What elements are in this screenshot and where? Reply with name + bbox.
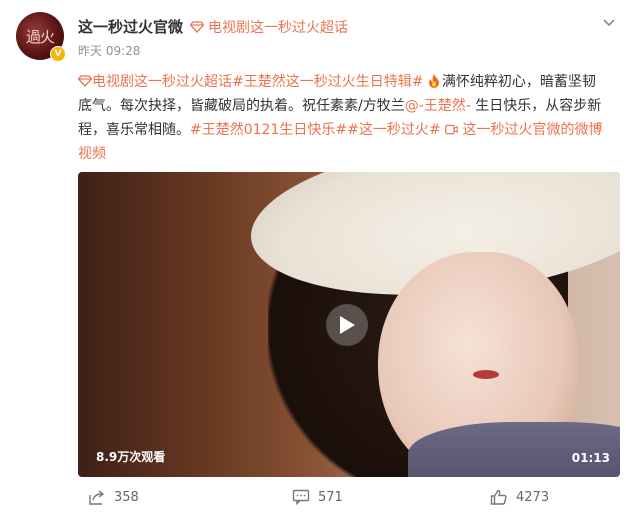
comment-button[interactable]: 571 (292, 488, 343, 506)
supertopic-tag[interactable]: 电视剧这一秒过火超话 (78, 74, 232, 90)
video-frame-collar (408, 422, 620, 477)
like-count: 4273 (516, 489, 550, 505)
share-count: 358 (114, 489, 139, 505)
supertopic-link[interactable]: 电视剧这一秒过火超话 (190, 17, 348, 37)
supertopic-label: 电视剧这一秒过火超话 (208, 20, 348, 36)
video-frame-lips (473, 370, 499, 379)
video-link-icon (445, 124, 458, 135)
post-text: 电视剧这一秒过火超话#王楚然这一秒过火生日特辑# 满怀纯粹初心，暗蓄坚韧底气。每… (78, 70, 608, 166)
thumbs-up-icon (490, 489, 507, 505)
video-duration: 01:13 (571, 451, 610, 465)
mention-link[interactable]: @-王楚然- (405, 98, 471, 114)
hashtag-show[interactable]: #这一秒过火# (347, 122, 440, 138)
share-icon (89, 490, 105, 505)
video-player[interactable]: 8.9万次观看 01:13 (78, 172, 620, 477)
verified-badge-icon: V (50, 46, 66, 62)
like-button[interactable]: 4273 (490, 488, 549, 506)
share-button[interactable]: 358 (88, 488, 139, 506)
hashtag-birthday-special[interactable]: #王楚然这一秒过火生日特辑# (232, 74, 423, 90)
action-bar: 358 571 4273 (0, 484, 626, 510)
diamond-icon (78, 75, 92, 87)
hashtag-birthday[interactable]: #王楚然0121生日快乐# (190, 122, 347, 138)
comment-count: 571 (318, 489, 343, 505)
fire-icon (428, 74, 439, 88)
account-name[interactable]: 这一秒过火官微 (78, 16, 183, 37)
diamond-icon (190, 21, 204, 33)
comment-icon (292, 489, 310, 506)
play-icon (340, 316, 355, 334)
post-time[interactable]: 昨天 09:28 (78, 42, 140, 59)
chevron-down-icon[interactable] (600, 14, 618, 32)
avatar-text: 過火 (25, 27, 55, 46)
play-button[interactable] (326, 304, 368, 346)
view-count: 8.9万次观看 (96, 450, 166, 464)
